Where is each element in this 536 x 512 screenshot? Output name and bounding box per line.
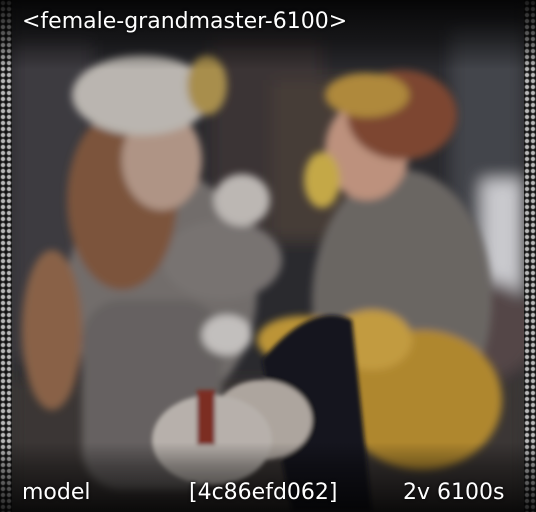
model-hash: [4c86efd062]: [189, 480, 338, 505]
left-dotted-border: [0, 0, 12, 512]
image-title: <female-grandmaster-6100>: [22, 9, 348, 34]
version-steps: 2v 6100s: [403, 480, 505, 505]
generated-image[interactable]: [12, 0, 524, 512]
image-viewer-frame: <female-grandmaster-6100> model [4c86efd…: [0, 0, 536, 512]
right-dotted-border: [524, 0, 536, 512]
model-label: model: [22, 480, 91, 505]
painting-illustration: [12, 0, 524, 512]
